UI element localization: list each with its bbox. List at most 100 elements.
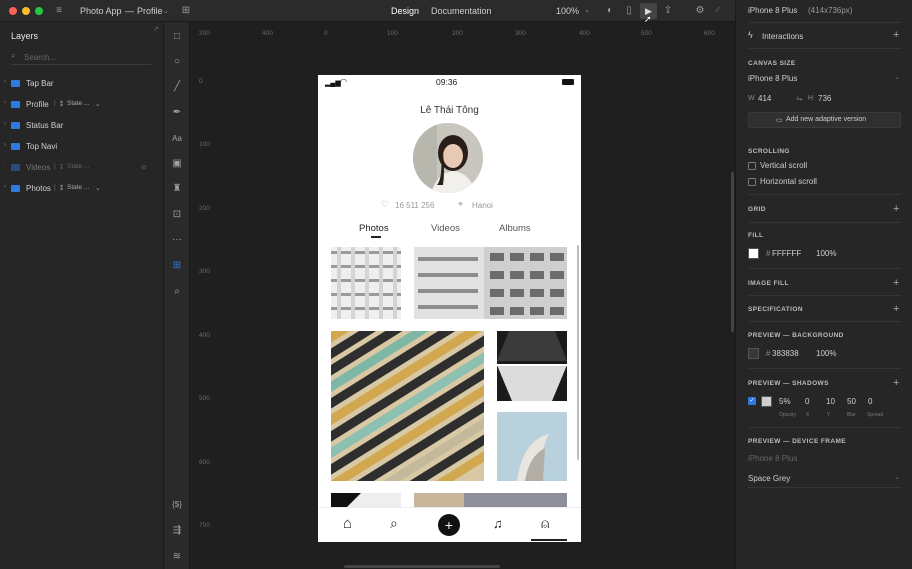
search-input[interactable]: Search... bbox=[24, 53, 56, 62]
device-icon[interactable]: ▯ bbox=[622, 4, 636, 18]
background-opacity-input[interactable]: 100% bbox=[816, 349, 836, 358]
avatar[interactable] bbox=[413, 123, 483, 193]
height-input[interactable]: 736 bbox=[818, 94, 831, 103]
tab-videos[interactable]: Videos bbox=[431, 223, 460, 234]
tab-photos[interactable]: Photos bbox=[359, 223, 389, 234]
shadow-opacity-input[interactable]: 5% bbox=[779, 397, 791, 406]
chevron-down-icon[interactable]: ⌄ bbox=[163, 7, 169, 15]
text-tool-icon[interactable]: Aa bbox=[170, 132, 184, 146]
collapse-icon[interactable]: ↗ bbox=[153, 25, 159, 33]
ellipse-tool-icon[interactable]: ○ bbox=[170, 55, 184, 69]
pen-tool-icon[interactable]: ✒ bbox=[170, 106, 184, 120]
chevron-down-icon[interactable]: ⌄ bbox=[894, 473, 900, 481]
add-artboard-icon[interactable]: ⊞ bbox=[179, 4, 193, 18]
photo-thumbnail[interactable] bbox=[414, 247, 567, 319]
shadow-y-input[interactable]: 10 bbox=[826, 397, 835, 406]
frame-device-select[interactable]: iPhone 8 Plus bbox=[748, 454, 797, 463]
layers-search[interactable]: ⌕ Search... bbox=[11, 51, 151, 65]
inspect-icon[interactable]: ◐ bbox=[603, 4, 617, 18]
width-input[interactable]: 414 bbox=[758, 94, 771, 103]
close-window-button[interactable] bbox=[9, 7, 17, 15]
chevron-down-icon[interactable]: ⌄ bbox=[580, 4, 594, 18]
canvas-scrollbar-vertical[interactable] bbox=[731, 172, 734, 332]
search-icon[interactable]: ⌕ bbox=[390, 515, 398, 532]
add-grid-button[interactable]: + bbox=[893, 203, 899, 215]
phone-artboard[interactable]: ▂▄▆ ◠ 09:36 Lê Thái Tông ♡ 16 511 256 ⌖ … bbox=[318, 75, 581, 542]
grid-layout-icon[interactable]: ⊞ bbox=[170, 259, 184, 273]
photo-thumbnail[interactable] bbox=[497, 412, 567, 481]
layer-item-profile[interactable]: › Profile | ⁑ State ... ⌄ bbox=[0, 97, 163, 115]
horizontal-scroll-checkbox[interactable] bbox=[748, 178, 756, 186]
heart-icon[interactable]: ♡ bbox=[381, 199, 389, 210]
add-shadow-button[interactable]: + bbox=[893, 377, 899, 389]
breadcrumb-app[interactable]: Photo App bbox=[80, 6, 122, 16]
flow-icon[interactable]: ⇶ bbox=[170, 524, 184, 538]
interactions-label[interactable]: Interactions bbox=[762, 32, 803, 41]
caret-icon[interactable]: › bbox=[4, 121, 6, 127]
line-tool-icon[interactable]: ╱ bbox=[170, 80, 184, 94]
photo-thumbnail[interactable] bbox=[497, 331, 567, 401]
layer-item-status-bar[interactable]: › Status Bar bbox=[0, 118, 163, 136]
shadow-x-input[interactable]: 0 bbox=[805, 397, 809, 406]
stamp-tool-icon[interactable]: ♜ bbox=[170, 182, 184, 196]
background-color-swatch[interactable] bbox=[748, 348, 759, 359]
rectangle-tool-icon[interactable]: □ bbox=[170, 30, 184, 44]
add-post-button[interactable]: + bbox=[438, 514, 460, 536]
background-hex-input[interactable]: 383838 bbox=[772, 349, 799, 358]
caret-icon[interactable]: › bbox=[4, 142, 6, 148]
caret-icon[interactable]: › bbox=[4, 79, 6, 85]
canvas-device-select[interactable]: iPhone 8 Plus bbox=[748, 74, 797, 83]
minimize-window-button[interactable] bbox=[22, 7, 30, 15]
caret-icon[interactable]: › bbox=[4, 163, 6, 169]
caret-icon[interactable]: › bbox=[4, 100, 6, 106]
variables-icon[interactable]: {$} bbox=[170, 498, 184, 512]
canvas-scrollbar-horizontal[interactable] bbox=[344, 565, 500, 568]
share-icon[interactable]: ⇪ bbox=[661, 4, 675, 18]
layer-state[interactable]: State ... bbox=[67, 100, 89, 107]
layer-item-photos[interactable]: › Photos | ⁑ State ... ⌄ bbox=[0, 181, 163, 199]
tab-design[interactable]: Design bbox=[391, 6, 419, 16]
photo-thumbnail[interactable] bbox=[331, 247, 401, 319]
breadcrumb-page[interactable]: Profile bbox=[137, 6, 163, 16]
zoom-level[interactable]: 100% bbox=[556, 6, 579, 16]
frame-color-select[interactable]: Space Grey bbox=[748, 474, 790, 483]
notification-bell-icon[interactable]: ♫ bbox=[493, 516, 503, 531]
layer-state[interactable]: State ... bbox=[67, 163, 89, 170]
zoom-tool-icon[interactable]: ⌕ bbox=[170, 285, 184, 299]
tab-albums[interactable]: Albums bbox=[499, 223, 531, 234]
layers-stack-icon[interactable]: ≋ bbox=[170, 550, 184, 564]
profile-user-icon[interactable]: ⍝ bbox=[541, 515, 549, 532]
link-dimensions-icon[interactable]: ⇋ bbox=[796, 94, 803, 103]
layer-item-tap-bar[interactable]: › Tap Bar bbox=[0, 76, 163, 94]
fill-opacity-input[interactable]: 100% bbox=[816, 249, 836, 258]
layer-item-videos[interactable]: › Videos | ⁑ State ... ⊘ bbox=[0, 160, 163, 178]
layer-state[interactable]: State ... bbox=[67, 184, 89, 191]
chevron-down-icon[interactable]: ⌄ bbox=[95, 184, 100, 192]
more-tools-icon[interactable]: ··· bbox=[170, 233, 184, 247]
tab-documentation[interactable]: Documentation bbox=[431, 6, 492, 16]
chevron-down-icon[interactable]: ⌄ bbox=[894, 73, 900, 81]
caret-icon[interactable]: › bbox=[4, 184, 6, 190]
zoom-window-button[interactable] bbox=[35, 7, 43, 15]
add-image-fill-button[interactable]: + bbox=[893, 277, 899, 289]
add-specification-button[interactable]: + bbox=[893, 303, 899, 315]
home-icon[interactable]: ⌂ bbox=[343, 515, 352, 532]
shadow-color-swatch[interactable] bbox=[761, 396, 772, 407]
hidden-icon[interactable]: ⊘ bbox=[141, 163, 146, 171]
chevron-down-icon[interactable]: ⌄ bbox=[95, 100, 100, 108]
fill-hex-input[interactable]: FFFFFF bbox=[772, 249, 801, 258]
shadow-blur-input[interactable]: 50 bbox=[847, 397, 856, 406]
menu-icon[interactable]: ≡ bbox=[52, 4, 66, 18]
vertical-scroll-checkbox[interactable] bbox=[748, 162, 756, 170]
phone-scrollbar[interactable] bbox=[577, 245, 579, 460]
shadow-spread-input[interactable]: 0 bbox=[868, 397, 872, 406]
add-interaction-button[interactable]: + bbox=[893, 29, 899, 41]
component-tool-icon[interactable]: ⊡ bbox=[170, 208, 184, 222]
add-adaptive-button[interactable]: ▭ Add new adaptive version bbox=[748, 112, 901, 128]
fill-color-swatch[interactable] bbox=[748, 248, 759, 259]
settings-toggle-icon[interactable]: ⚙ bbox=[693, 4, 707, 18]
shadow-enabled-checkbox[interactable]: ✓ bbox=[748, 397, 756, 405]
layer-item-top-navi[interactable]: › Top Navi bbox=[0, 139, 163, 157]
photo-thumbnail[interactable] bbox=[331, 331, 484, 481]
image-tool-icon[interactable]: ▣ bbox=[170, 157, 184, 171]
